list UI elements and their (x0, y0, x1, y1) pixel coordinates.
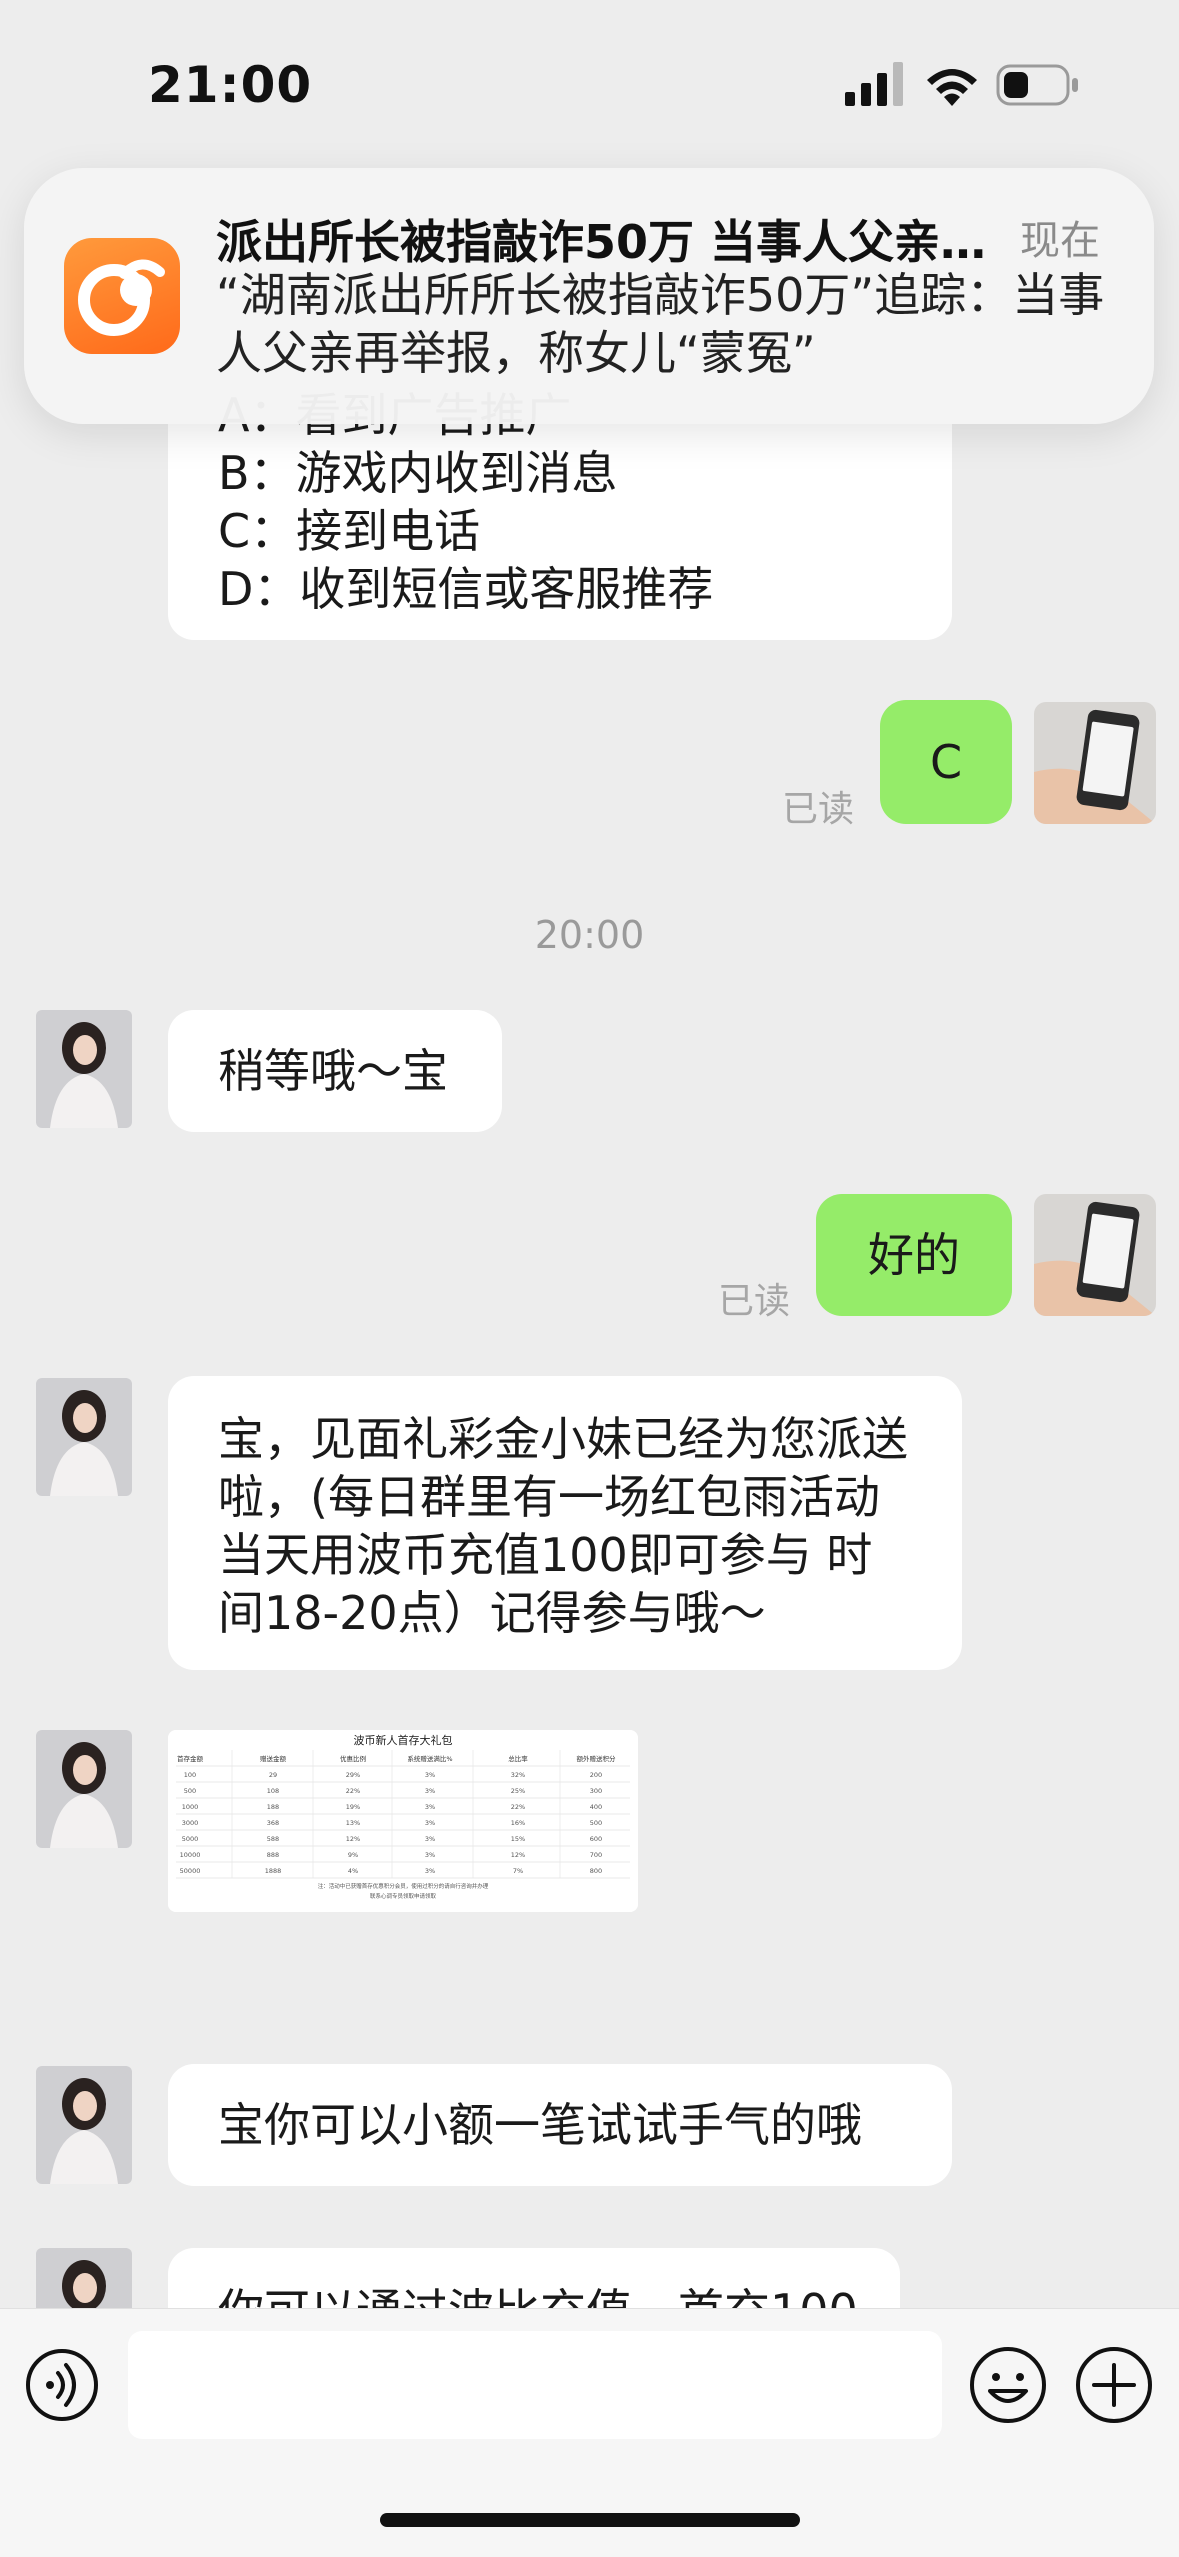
table-cell: 3% (425, 1787, 435, 1795)
contact-message-bubble[interactable]: 宝你可以小额一笔试试手气的哦 (168, 2064, 952, 2186)
table-cell: 29% (346, 1771, 360, 1779)
table-cell: 9% (348, 1851, 358, 1859)
table-cell: 100 (184, 1771, 196, 1779)
cellular-signal-icon (845, 62, 903, 106)
table-cell: 3% (425, 1851, 435, 1859)
table-cell: 50000 (180, 1867, 201, 1875)
my-message-bubble[interactable]: C (880, 700, 1012, 824)
table-cell: 3% (425, 1803, 435, 1811)
table-cell: 1000 (182, 1803, 199, 1811)
table-cell: 25% (511, 1787, 525, 1795)
table-cell: 400 (590, 1803, 602, 1811)
voice-input-icon[interactable] (24, 2347, 100, 2423)
table-cell: 15% (511, 1835, 525, 1843)
table-header-cell: 额外赠送积分 (577, 1754, 617, 1763)
notification-title: 派出所长被指敲诈50万 当事人父亲再举报 (216, 215, 1006, 269)
message-text: 宝，见面礼彩金小妹已经为您派送啦，(每日群里有一场红包雨活动 当天用波币充值10… (218, 1412, 908, 1640)
message-text: 好的 (868, 1228, 960, 1282)
table-title: 波币新人首存大礼包 (354, 1733, 453, 1747)
table-header-cell: 首存金额 (177, 1754, 204, 1763)
table-cell: 29 (269, 1771, 277, 1779)
table-header-cell: 赠送金额 (260, 1754, 287, 1763)
contact-avatar[interactable] (36, 2248, 132, 2308)
read-receipt: 已读 (718, 1281, 791, 1322)
table-cell: 108 (267, 1787, 279, 1795)
table-cell: 13% (346, 1819, 360, 1827)
contact-avatar[interactable] (36, 1010, 132, 1128)
table-cell: 700 (590, 1851, 602, 1859)
home-indicator[interactable] (380, 2513, 800, 2527)
status-bar: 21:00 (0, 0, 1179, 170)
table-cell: 19% (346, 1803, 360, 1811)
contact-avatar[interactable] (36, 1378, 132, 1496)
table-header-cell: 总比率 (508, 1754, 528, 1763)
table-cell: 22% (511, 1803, 525, 1811)
table-cell: 3000 (182, 1819, 199, 1827)
table-cell: 10000 (180, 1851, 201, 1859)
image-message[interactable]: 波币新人首存大礼包首存金额 赠送金额 优惠比例 系统赠送满比% 总比率 额外赠送积分 100… (168, 1730, 638, 1912)
message-input[interactable] (128, 2331, 942, 2439)
quiz-option-c: C：接到电话 (218, 504, 481, 558)
my-avatar[interactable] (1034, 702, 1156, 824)
table-footnote: 联系心调专员领取申请领取 (370, 1892, 437, 1900)
contact-avatar[interactable] (36, 2066, 132, 2184)
message-text: 你可以通过波比充值，首充100 (218, 2284, 858, 2308)
table-cell: 588 (267, 1835, 279, 1843)
table-cell: 500 (184, 1787, 196, 1795)
my-message-bubble[interactable]: 好的 (816, 1194, 1012, 1316)
table-cell: 368 (267, 1819, 279, 1827)
my-avatar[interactable] (1034, 1194, 1156, 1316)
notification-body: “湖南派出所所长被指敲诈50万”追踪：当事人父亲再举报，称女儿“蒙冤” (216, 268, 1105, 380)
table-cell: 3% (425, 1771, 435, 1779)
table-cell: 1888 (265, 1867, 282, 1875)
table-header-cell: 系统赠送满比% (407, 1754, 452, 1763)
table-cell: 888 (267, 1851, 279, 1859)
table-cell: 3% (425, 1819, 435, 1827)
quiz-option-b: B：游戏内收到消息 (218, 446, 618, 500)
table-cell: 22% (346, 1787, 360, 1795)
table-cell: 4% (348, 1867, 358, 1875)
contact-message-bubble[interactable]: 宝，见面礼彩金小妹已经为您派送啦，(每日群里有一场红包雨活动 当天用波币充值10… (168, 1376, 962, 1670)
battery-icon (996, 64, 1078, 106)
table-cell: 12% (511, 1851, 525, 1859)
table-cell: 300 (590, 1787, 602, 1795)
table-cell: 32% (511, 1771, 525, 1779)
table-cell: 800 (590, 1867, 602, 1875)
message-text: C (929, 735, 963, 789)
table-cell: 500 (590, 1819, 602, 1827)
read-receipt: 已读 (782, 789, 855, 830)
table-cell: 3% (425, 1835, 435, 1843)
table-cell: 188 (267, 1803, 279, 1811)
message-text: 宝你可以小额一笔试试手气的哦 (218, 2098, 862, 2152)
table-cell: 200 (590, 1771, 602, 1779)
status-time: 21:00 (148, 56, 313, 114)
notification-time: 现在 (1020, 218, 1100, 264)
table-footnote: 注：活动中已获赠首存优惠积分会员，使用过积分的请自行咨询并办理 (318, 1882, 489, 1890)
table-cell: 12% (346, 1835, 360, 1843)
table-cell: 7% (513, 1867, 523, 1875)
bonus-table-image: 波币新人首存大礼包首存金额 赠送金额 优惠比例 系统赠送满比% 总比率 额外赠送积分 100… (168, 1730, 638, 1912)
table-cell: 600 (590, 1835, 602, 1843)
notification-banner[interactable]: 派出所长被指敲诈50万 当事人父亲再举报 现在 “湖南派出所所长被指敲诈50万”… (24, 168, 1154, 424)
contact-message-bubble[interactable]: 稍等哦～宝 (168, 1010, 502, 1132)
table-cell: 5000 (182, 1835, 199, 1843)
wifi-icon (927, 69, 977, 106)
add-plus-icon[interactable] (1074, 2345, 1154, 2425)
table-header-cell: 优惠比例 (340, 1754, 366, 1763)
table-cell: 16% (511, 1819, 525, 1827)
emoji-icon[interactable] (968, 2345, 1048, 2425)
message-text: 稍等哦～宝 (218, 1044, 448, 1098)
news-app-icon (64, 238, 180, 354)
contact-avatar[interactable] (36, 1730, 132, 1848)
chat-timestamp: 20:00 (534, 913, 645, 957)
table-cell: 3% (425, 1867, 435, 1875)
contact-message-bubble[interactable]: 你可以通过波比充值，首充100 (168, 2248, 900, 2308)
quiz-option-d: D：收到短信或客服推荐 (218, 562, 714, 616)
